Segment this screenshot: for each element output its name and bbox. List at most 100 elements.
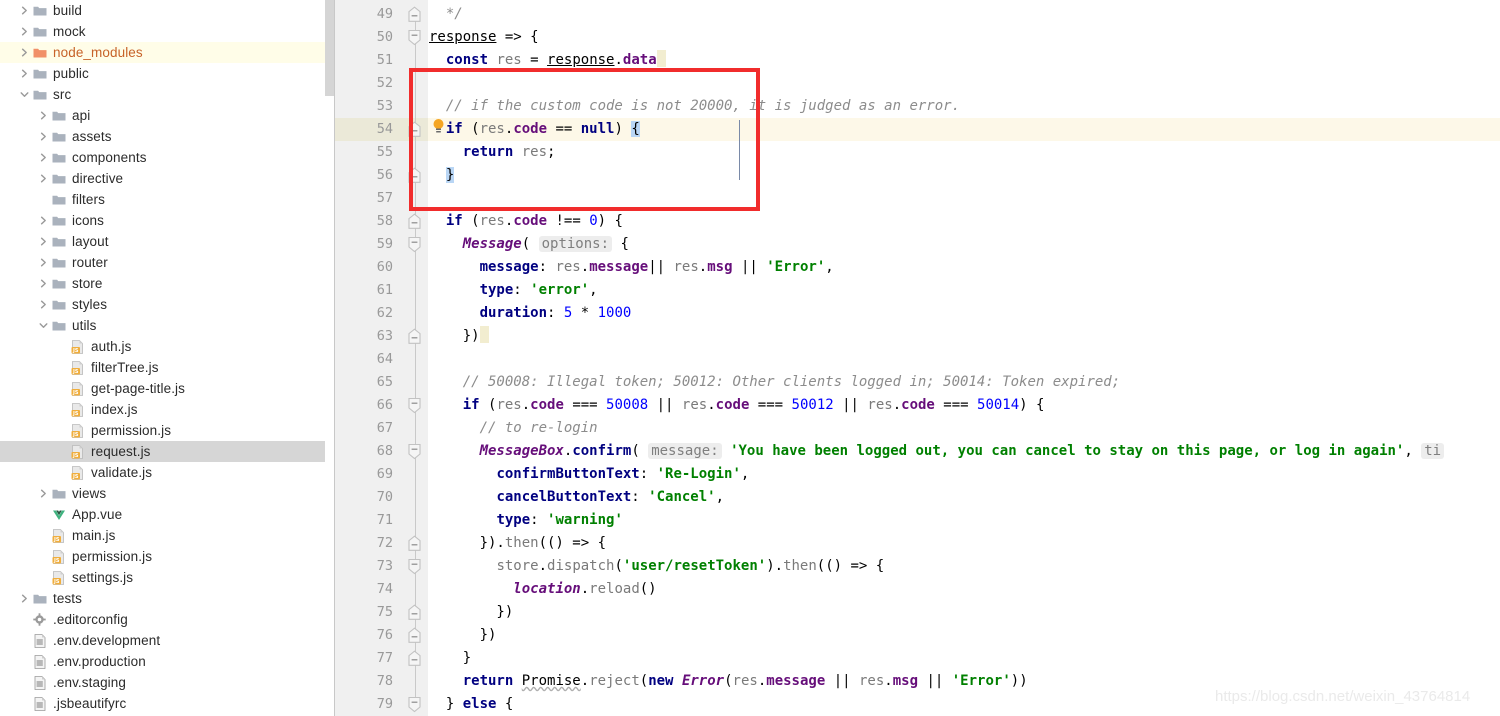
fold-collapse-icon[interactable] [407, 693, 424, 716]
tree-item-main-js[interactable]: JS main.js [0, 525, 335, 546]
tree-item-build[interactable]: build [0, 0, 335, 21]
tree-item-get-page-title-js[interactable]: JS get-page-title.js [0, 378, 335, 399]
tree-item-views[interactable]: views [0, 483, 335, 504]
code-line[interactable]: // to re-login [429, 417, 598, 440]
code-line[interactable]: const res = response.data [429, 49, 666, 72]
tree-item-filtertree-js[interactable]: JS filterTree.js [0, 357, 335, 378]
tree-item-env-staging[interactable]: .env.staging [0, 672, 335, 693]
fold-end-icon[interactable] [407, 164, 424, 187]
tree-item-router[interactable]: router [0, 252, 335, 273]
tree-item-tests[interactable]: tests [0, 588, 335, 609]
chevron-right-icon[interactable] [18, 21, 31, 42]
chevron-right-icon[interactable] [37, 210, 50, 231]
chevron-down-icon[interactable] [18, 84, 31, 105]
chevron-right-icon[interactable] [18, 0, 31, 21]
code-line[interactable]: return res; [429, 141, 556, 164]
tree-item-env-production[interactable]: .env.production [0, 651, 335, 672]
tree-item-styles[interactable]: styles [0, 294, 335, 315]
tree-item-store[interactable]: store [0, 273, 335, 294]
tree-item-node-modules[interactable]: node_modules [0, 42, 335, 63]
line-number: 77 [376, 650, 393, 666]
code-line[interactable]: // 50008: Illegal token; 50012: Other cl… [429, 371, 1120, 394]
fold-end-icon[interactable] [407, 3, 424, 26]
tree-item-mock[interactable]: mock [0, 21, 335, 42]
chevron-right-icon[interactable] [37, 147, 50, 168]
chevron-right-icon[interactable] [18, 42, 31, 63]
tree-item-auth-js[interactable]: JS auth.js [0, 336, 335, 357]
chevron-right-icon[interactable] [37, 105, 50, 126]
tree-item-utils[interactable]: utils [0, 315, 335, 336]
code-line[interactable]: }) [429, 325, 489, 348]
code-line[interactable]: response => { [429, 26, 539, 49]
tree-item-permission-js[interactable]: JS permission.js [0, 420, 335, 441]
tree-item-env-development[interactable]: .env.development [0, 630, 335, 651]
code-line[interactable]: } [429, 164, 455, 187]
chevron-right-icon[interactable] [37, 483, 50, 504]
tree-item-app-vue[interactable]: App.vue [0, 504, 335, 525]
tree-item-jsbeautifyrc[interactable]: .jsbeautifyrc [0, 693, 335, 714]
fold-end-icon[interactable] [407, 624, 424, 647]
chevron-right-icon[interactable] [37, 168, 50, 189]
line-number: 78 [376, 673, 393, 689]
code-line[interactable]: type: 'error', [429, 279, 598, 302]
chevron-right-icon[interactable] [18, 588, 31, 609]
fold-end-icon[interactable] [407, 647, 424, 670]
tree-item-directive[interactable]: directive [0, 168, 335, 189]
code-line[interactable]: if (res.code == null) { [429, 118, 640, 141]
tree-item-components[interactable]: components [0, 147, 335, 168]
code-line[interactable]: if (res.code === 50008 || res.code === 5… [429, 394, 1045, 417]
fold-end-icon[interactable] [407, 532, 424, 555]
tree-item-settings-js[interactable]: JS settings.js [0, 567, 335, 588]
tree-item-request-js[interactable]: JS request.js [0, 441, 335, 462]
editor-panel[interactable]: 49 */ 50 response => {51 const res = respo… [335, 0, 1500, 716]
tree-item-public[interactable]: public [0, 63, 335, 84]
chevron-right-icon[interactable] [37, 231, 50, 252]
chevron-right-icon[interactable] [37, 126, 50, 147]
code-line[interactable]: location.reload() [429, 578, 656, 601]
fold-end-icon[interactable] [407, 118, 424, 141]
code-line[interactable]: } else { [429, 693, 513, 716]
code-line[interactable]: type: 'warning' [429, 509, 622, 532]
tree-item-api[interactable]: api [0, 105, 335, 126]
code-line[interactable]: if (res.code !== 0) { [429, 210, 623, 233]
chevron-right-icon[interactable] [37, 294, 50, 315]
code-line[interactable]: }).then(() => { [429, 532, 606, 555]
fold-collapse-icon[interactable] [407, 394, 424, 417]
tree-item-editorconfig[interactable]: .editorconfig [0, 609, 335, 630]
project-tree-panel[interactable]: build mock node_modules public src api assets c… [0, 0, 335, 716]
fold-collapse-icon[interactable] [407, 26, 424, 49]
tree-item-permission-js[interactable]: JS permission.js [0, 546, 335, 567]
code-line[interactable]: cancelButtonText: 'Cancel', [429, 486, 724, 509]
tree-item-icons[interactable]: icons [0, 210, 335, 231]
code-line[interactable]: confirmButtonText: 'Re-Login', [429, 463, 749, 486]
code-line[interactable]: message: res.message|| res.msg || 'Error… [429, 256, 834, 279]
code-line[interactable]: } [429, 647, 471, 670]
editor-code-area[interactable]: 49 */ 50 response => {51 const res = respo… [335, 0, 1500, 716]
folder-icon [50, 273, 67, 294]
code-line[interactable]: // if the custom code is not 20000, it i… [429, 95, 960, 118]
fold-collapse-icon[interactable] [407, 555, 424, 578]
fold-collapse-icon[interactable] [407, 440, 424, 463]
code-line[interactable]: */ [429, 3, 463, 26]
tree-item-layout[interactable]: layout [0, 231, 335, 252]
chevron-right-icon[interactable] [18, 63, 31, 84]
code-line[interactable]: return Promise.reject(new Error(res.mess… [429, 670, 1028, 693]
chevron-right-icon[interactable] [37, 252, 50, 273]
code-line[interactable]: MessageBox.confirm( message: 'You have b… [429, 440, 1445, 463]
tree-item-assets[interactable]: assets [0, 126, 335, 147]
fold-collapse-icon[interactable] [407, 233, 424, 256]
code-line[interactable]: }) [429, 601, 513, 624]
code-line[interactable]: }) [429, 624, 497, 647]
tree-item-filters[interactable]: filters [0, 189, 335, 210]
tree-item-src[interactable]: src [0, 84, 335, 105]
fold-end-icon[interactable] [407, 601, 424, 624]
fold-end-icon[interactable] [407, 210, 424, 233]
chevron-down-icon[interactable] [37, 315, 50, 336]
code-line[interactable]: duration: 5 * 1000 [429, 302, 632, 325]
code-line[interactable]: Message( options: { [429, 233, 629, 256]
code-line[interactable]: store.dispatch('user/resetToken').then((… [429, 555, 884, 578]
tree-item-index-js[interactable]: JS index.js [0, 399, 335, 420]
tree-item-validate-js[interactable]: JS validate.js [0, 462, 335, 483]
fold-end-icon[interactable] [407, 325, 424, 348]
chevron-right-icon[interactable] [37, 273, 50, 294]
